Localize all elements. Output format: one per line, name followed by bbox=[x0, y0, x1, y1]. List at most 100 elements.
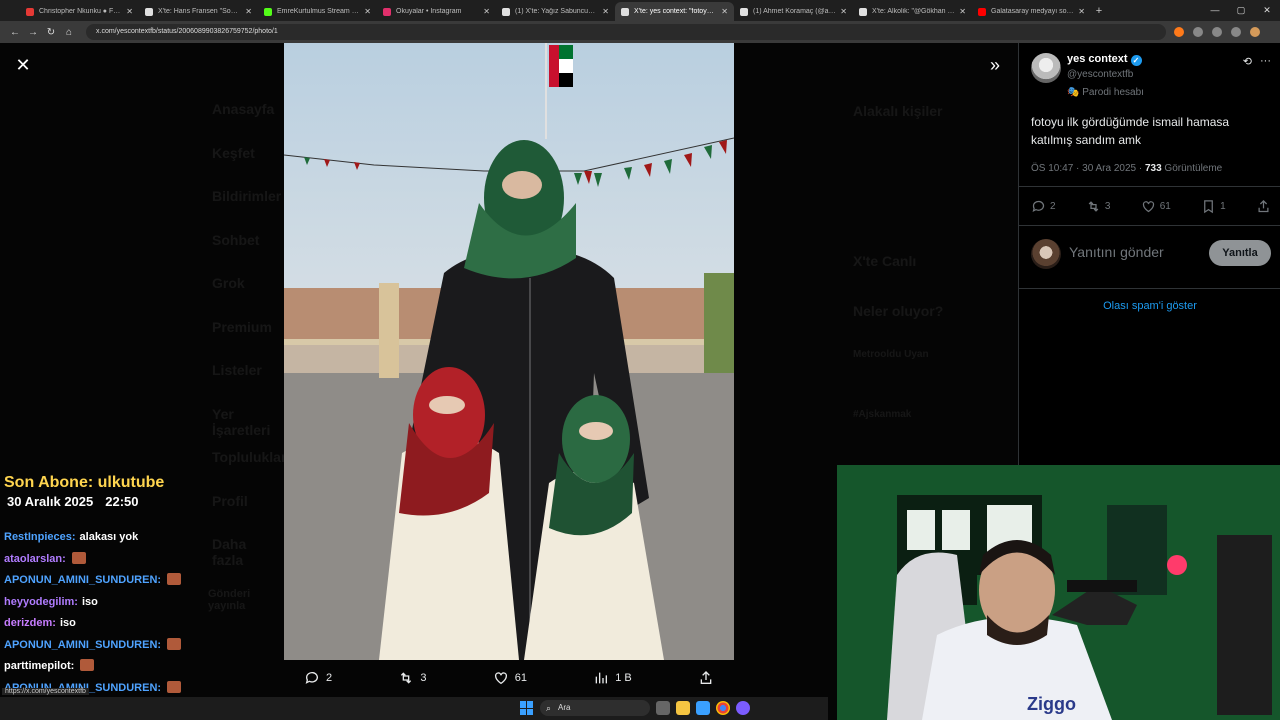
reload-icon[interactable]: ↻ bbox=[42, 27, 60, 38]
browser-tab[interactable]: Christopher Nkunku ● Fenerbah ✕ bbox=[20, 2, 139, 21]
tab-close-icon[interactable]: ✕ bbox=[1078, 7, 1085, 16]
browser-tab[interactable]: (1) X'te: Yağız Sabuncuoğlu: "D ✕ bbox=[496, 2, 615, 21]
tab-favicon-icon bbox=[383, 7, 391, 16]
reply-button[interactable]: 2 bbox=[304, 670, 332, 686]
browser-tab[interactable]: X'te: yes context: "fotoyu ilk gö ✕ bbox=[615, 2, 734, 21]
ghost-right-item: #Ajskanmak bbox=[853, 409, 912, 420]
tab-close-icon[interactable]: ✕ bbox=[364, 7, 371, 16]
extension-icon[interactable] bbox=[1212, 27, 1222, 37]
tab-favicon-icon bbox=[264, 7, 272, 16]
back-icon[interactable]: ← bbox=[6, 27, 24, 38]
tab-close-icon[interactable]: ✕ bbox=[721, 7, 728, 16]
extension-icon[interactable] bbox=[1231, 27, 1241, 37]
maximize-icon[interactable]: ▢ bbox=[1228, 0, 1254, 21]
tab-favicon-icon bbox=[502, 7, 510, 16]
task-view-icon[interactable] bbox=[656, 701, 670, 715]
ghost-nav-item: Anasayfa bbox=[212, 101, 275, 117]
new-tab-button[interactable]: + bbox=[1091, 2, 1107, 21]
app-icon[interactable] bbox=[736, 701, 750, 715]
browser-tab[interactable]: X'te: Hans Fransen "Son Dakika |✕ bbox=[139, 2, 258, 21]
grok-icon[interactable]: ⟲ bbox=[1243, 55, 1252, 68]
ghost-right-item: Alakalı kişiler bbox=[853, 103, 943, 119]
reply-composer: Yanıtını gönder Yanıtla bbox=[1031, 238, 1271, 270]
heart-icon bbox=[1142, 201, 1154, 213]
author-name[interactable]: yes context ✓ bbox=[1067, 53, 1142, 66]
like-stat[interactable]: 61 bbox=[1141, 199, 1171, 214]
reply-submit-button[interactable]: Yanıtla bbox=[1209, 240, 1271, 266]
ghost-nav-item: Bildirimler bbox=[212, 188, 282, 204]
ghost-right-column: Alakalı kişiler X'te Canlı Neler oluyor? Me… bbox=[845, 93, 1015, 493]
window-controls: — ▢ ✕ bbox=[1202, 0, 1280, 21]
avatar[interactable] bbox=[1031, 53, 1061, 83]
store-icon[interactable] bbox=[696, 701, 710, 715]
chat-message: APONUN_AMINI_SUNDUREN: bbox=[4, 635, 284, 657]
tweet-photo[interactable] bbox=[284, 43, 734, 660]
tab-close-icon[interactable]: ✕ bbox=[126, 7, 133, 16]
photo-action-bar: 2 3 61 1 B bbox=[284, 667, 734, 689]
profile-avatar[interactable] bbox=[1250, 27, 1260, 37]
chat-username: parttimepilot: bbox=[4, 660, 75, 672]
forward-icon[interactable]: → bbox=[24, 27, 42, 38]
views-button[interactable]: 1 B bbox=[593, 670, 632, 686]
address-bar[interactable]: x.com/yescontextfb/status/20060899038267… bbox=[86, 24, 1166, 40]
browser-tab[interactable]: X'te: Alkolik: "@Gökhan Dinç: ✕ bbox=[853, 2, 972, 21]
file-explorer-icon[interactable] bbox=[676, 701, 690, 715]
share-icon bbox=[700, 671, 712, 684]
taskbar-search[interactable]: Ara bbox=[540, 700, 650, 716]
home-icon[interactable]: ⌂ bbox=[60, 27, 78, 38]
retweet-count: 3 bbox=[420, 672, 427, 684]
browser-tab[interactable]: (1) Ahmet Koramaç (@ahmetkor✕ bbox=[734, 2, 853, 21]
browser-tab[interactable]: Okuyalar • Instagram ✕ bbox=[377, 2, 496, 21]
tab-favicon-icon bbox=[621, 7, 629, 16]
share-button[interactable] bbox=[698, 670, 714, 686]
views-label: Görüntüleme bbox=[1161, 163, 1223, 174]
retweet-stat[interactable]: 3 bbox=[1086, 199, 1110, 214]
tab-favicon-icon bbox=[26, 7, 34, 16]
retweet-button[interactable]: 3 bbox=[398, 670, 426, 686]
bookmark-stat[interactable]: 1 bbox=[1201, 199, 1226, 214]
more-icon[interactable]: ··· bbox=[1260, 55, 1271, 68]
tab-favicon-icon bbox=[859, 7, 867, 16]
browser-tab[interactable]: Galatasaray medyayı sostumu! ✕ bbox=[972, 2, 1091, 21]
tab-close-icon[interactable]: ✕ bbox=[959, 7, 966, 16]
tab-title: X'te: Alkolik: "@Gökhan Dinç: bbox=[872, 8, 956, 15]
like-count: 61 bbox=[514, 672, 527, 684]
expand-panel-button[interactable]: » bbox=[984, 55, 1006, 77]
extension-icon[interactable] bbox=[1193, 27, 1203, 37]
extension-icon[interactable] bbox=[1174, 27, 1184, 37]
tab-title: Okuyalar • Instagram bbox=[396, 8, 462, 15]
stream-date: 30 Aralık 2025 bbox=[7, 494, 94, 509]
reply-input[interactable]: Yanıtını gönder bbox=[1069, 244, 1164, 260]
tweet-panel: yes context ✓ @yescontextfb 🎭 Parodi hesa… bbox=[1018, 43, 1280, 465]
close-window-icon[interactable]: ✕ bbox=[1254, 0, 1280, 21]
windows-start-icon[interactable] bbox=[520, 701, 534, 715]
last-subscriber: Son Abone: ulkutube bbox=[4, 474, 165, 491]
divider bbox=[1019, 186, 1280, 187]
tweet-time[interactable]: ÖS 10:47 · 30 Ara 2025 · bbox=[1031, 163, 1145, 174]
tab-close-icon[interactable]: ✕ bbox=[840, 7, 847, 16]
like-button[interactable]: 61 bbox=[493, 670, 527, 686]
reply-stat[interactable]: 2 bbox=[1031, 199, 1056, 214]
tab-close-icon[interactable]: ✕ bbox=[245, 7, 252, 16]
taskbar-items: Ara bbox=[520, 700, 750, 716]
tweet-meta: ÖS 10:47 · 30 Ara 2025 · 733 Görüntüleme bbox=[1031, 163, 1222, 174]
close-viewer-button[interactable]: ✕ bbox=[12, 55, 34, 77]
share-stat[interactable] bbox=[1256, 199, 1271, 214]
ghost-right-item: Neler oluyor? bbox=[853, 303, 944, 319]
browser-tab[interactable]: EmreKurtulmus Stream - Watch ✕ bbox=[258, 2, 377, 21]
emote-icon bbox=[167, 573, 182, 585]
windows-taskbar: Ara bbox=[0, 697, 828, 720]
webcam-overlay: Ziggo bbox=[837, 465, 1280, 720]
reply-icon bbox=[1032, 200, 1045, 213]
webcam-image: Ziggo bbox=[837, 465, 1280, 720]
views-count: 1 B bbox=[615, 672, 632, 684]
author-handle[interactable]: @yescontextfb bbox=[1067, 69, 1133, 80]
chat-text: iso bbox=[81, 595, 98, 608]
tab-close-icon[interactable]: ✕ bbox=[602, 7, 609, 16]
minimize-icon[interactable]: — bbox=[1202, 0, 1228, 21]
reply-stat-count: 2 bbox=[1050, 201, 1056, 212]
views-number: 733 bbox=[1144, 163, 1162, 174]
show-spam-link[interactable]: Olası spam'i göster bbox=[1019, 300, 1280, 312]
tab-close-icon[interactable]: ✕ bbox=[483, 7, 490, 16]
chrome-icon[interactable] bbox=[716, 701, 730, 715]
